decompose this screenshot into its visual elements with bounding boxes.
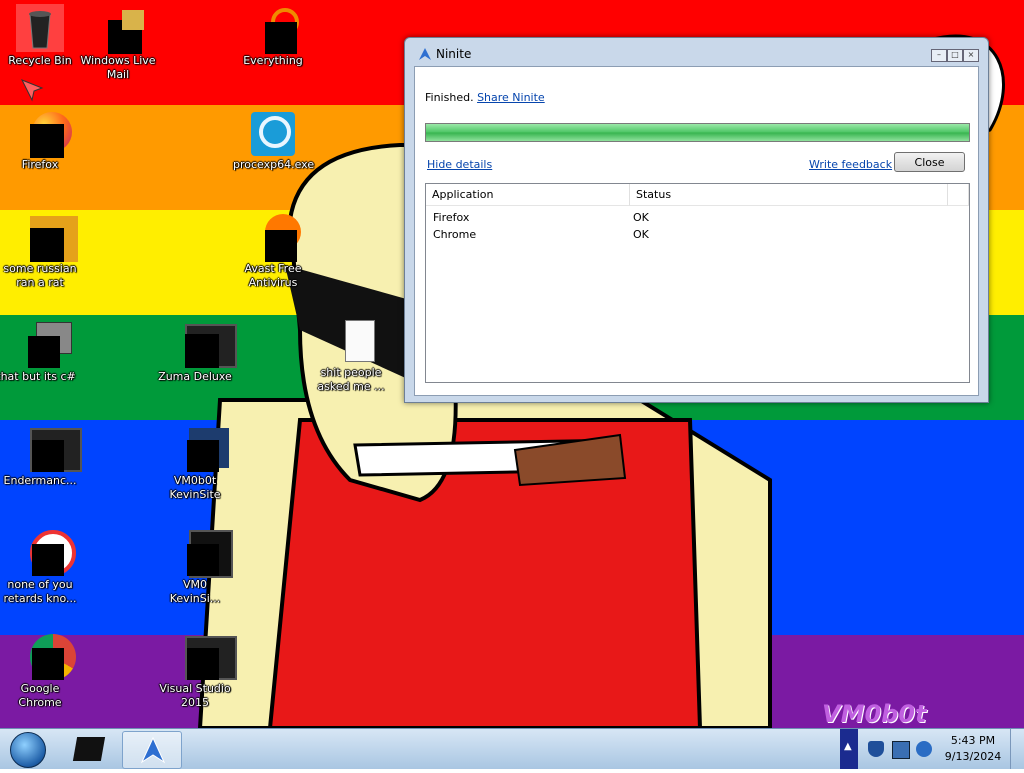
cursor-arrow-icon <box>20 79 44 102</box>
close-button[interactable]: Close <box>894 152 965 172</box>
desktop-app-icon <box>72 737 106 761</box>
show-hidden-icons-button[interactable]: ▲ <box>840 729 858 769</box>
desktop-icon-label: VM0 KevinSi... <box>169 578 221 605</box>
process-explorer-icon <box>249 108 297 156</box>
status-line: Finished. Share Ninite <box>425 91 545 104</box>
desktop-icon-label: Google Chrome <box>18 682 62 709</box>
desktop-icon-label: procexp64.exe <box>233 158 315 171</box>
desktop-icon-windows-live-mail[interactable]: Windows Live Mail <box>78 4 158 82</box>
desktop-icon-label: Recycle Bin <box>8 54 72 67</box>
network-icon[interactable] <box>892 741 910 759</box>
vm-icon <box>171 528 233 578</box>
browser-shortcut-icon <box>16 528 76 576</box>
desktop-icon-vm0-kevinsite[interactable]: VM0 KevinSi... <box>155 528 235 606</box>
ninite-app-icon <box>419 48 431 60</box>
table-row-app: Chrome <box>433 228 477 241</box>
desktop-icon-recycle-bin[interactable]: Recycle Bin <box>0 4 80 68</box>
desktop-icon-avast[interactable]: Avast Free Antivirus <box>233 212 313 290</box>
ninite-icon <box>140 736 166 764</box>
start-button[interactable] <box>4 730 50 768</box>
visual-studio-icon <box>171 632 237 680</box>
desktop-icon-everything[interactable]: Everything <box>233 4 313 68</box>
status-text: Finished. <box>425 91 474 104</box>
column-header-application[interactable]: Application <box>426 184 630 206</box>
security-shield-icon[interactable] <box>868 741 884 757</box>
desktop-icon-zuma-deluxe[interactable]: Zuma Deluxe <box>155 320 237 384</box>
folder-stack-icon <box>12 320 72 368</box>
desktop-icon-visual-studio[interactable]: Visual Studio 2015 <box>155 632 237 710</box>
shortcut-icon <box>16 212 78 262</box>
share-ninite-link[interactable]: Share Ninite <box>477 91 545 104</box>
minimize-button[interactable]: – <box>931 49 947 62</box>
avast-icon <box>249 212 301 262</box>
zuma-deluxe-icon <box>171 320 237 368</box>
taskbar-item-desktop-app[interactable] <box>60 731 118 767</box>
everything-search-icon <box>249 4 299 54</box>
desktop-icon-some-russian[interactable]: some russian ran a rat <box>0 212 80 290</box>
column-header-filler <box>948 184 969 206</box>
desktop-icon-label: Firefox <box>21 158 59 171</box>
show-desktop-button[interactable] <box>1010 729 1024 769</box>
hide-details-link[interactable]: Hide details <box>427 158 492 171</box>
desktop-icon-label: Avast Free Antivirus <box>244 262 302 289</box>
window-close-button[interactable]: × <box>963 49 979 62</box>
desktop-icon-label: Endermanc... <box>3 474 77 487</box>
window-app-icon <box>16 424 82 472</box>
clock-time: 5:43 PM <box>950 734 996 747</box>
desktop-icon-label: none of you retards kno... <box>3 578 77 605</box>
desktop-icon-none-of-you[interactable]: none of you retards kno... <box>0 528 80 606</box>
table-row-status: OK <box>633 211 649 224</box>
recycle-bin-icon <box>16 4 64 52</box>
window-titlebar[interactable]: Ninite – □ × <box>405 38 988 68</box>
column-header-status[interactable]: Status <box>630 184 948 206</box>
desktop-icon-firefox[interactable]: Firefox <box>0 108 80 172</box>
desktop-icon-procexp[interactable]: procexp64.exe <box>233 108 315 172</box>
chrome-icon <box>16 632 76 680</box>
vm-icon <box>171 424 229 472</box>
desktop-icon-shit-people[interactable]: shit people asked me ... <box>311 316 391 394</box>
desktop-icon-label: VM0b0t KevinSite <box>169 474 221 501</box>
maximize-button[interactable]: □ <box>947 49 963 62</box>
chevron-up-icon: ▲ <box>844 741 852 752</box>
results-table: Application Status Firefox OK Chrome OK <box>425 183 970 383</box>
desktop-icon-label: Zuma Deluxe <box>158 370 232 383</box>
desktop-icon-label: shit people asked me ... <box>317 366 385 393</box>
windows-live-mail-icon <box>94 4 144 54</box>
desktop-icon-label: Visual Studio 2015 <box>159 682 231 709</box>
desktop-icon-vm0b0t-kevinsite[interactable]: VM0b0t KevinSite <box>155 424 235 502</box>
taskbar: ▲ 5:43 PM 9/13/2024 <box>0 728 1024 769</box>
watermark: VM0b0t <box>822 700 927 728</box>
volume-icon[interactable] <box>916 741 932 757</box>
progress-fill <box>426 124 969 141</box>
text-file-icon <box>327 316 375 364</box>
clock-date: 9/13/2024 <box>944 750 1002 763</box>
window-title: Ninite <box>436 47 472 61</box>
desktop-icon-google-chrome[interactable]: Google Chrome <box>0 632 80 710</box>
desktop-icon-label: Everything <box>243 54 303 67</box>
taskbar-item-ninite[interactable] <box>122 731 182 769</box>
table-row-app: Firefox <box>433 211 470 224</box>
ninite-window: Ninite – □ × Finished. Share Ninite Hide… <box>404 37 989 403</box>
windows-logo-icon <box>10 732 46 768</box>
desktop-icon-label: some russian ran a rat <box>3 262 77 289</box>
desktop-icon-endermanch[interactable]: Endermanc... <box>0 424 82 488</box>
write-feedback-link[interactable]: Write feedback <box>809 158 892 171</box>
desktop-icon-label: that but its c# <box>0 370 76 383</box>
desktop-icon-that-but-its-csharp[interactable]: that but its c# <box>0 320 76 384</box>
window-client-area: Finished. Share Ninite Hide details Writ… <box>414 66 979 396</box>
progress-bar <box>425 123 970 142</box>
firefox-icon <box>16 108 72 158</box>
system-clock[interactable]: 5:43 PM 9/13/2024 <box>938 729 1008 773</box>
table-row-status: OK <box>633 228 649 241</box>
desktop-icon-label: Windows Live Mail <box>80 54 156 81</box>
